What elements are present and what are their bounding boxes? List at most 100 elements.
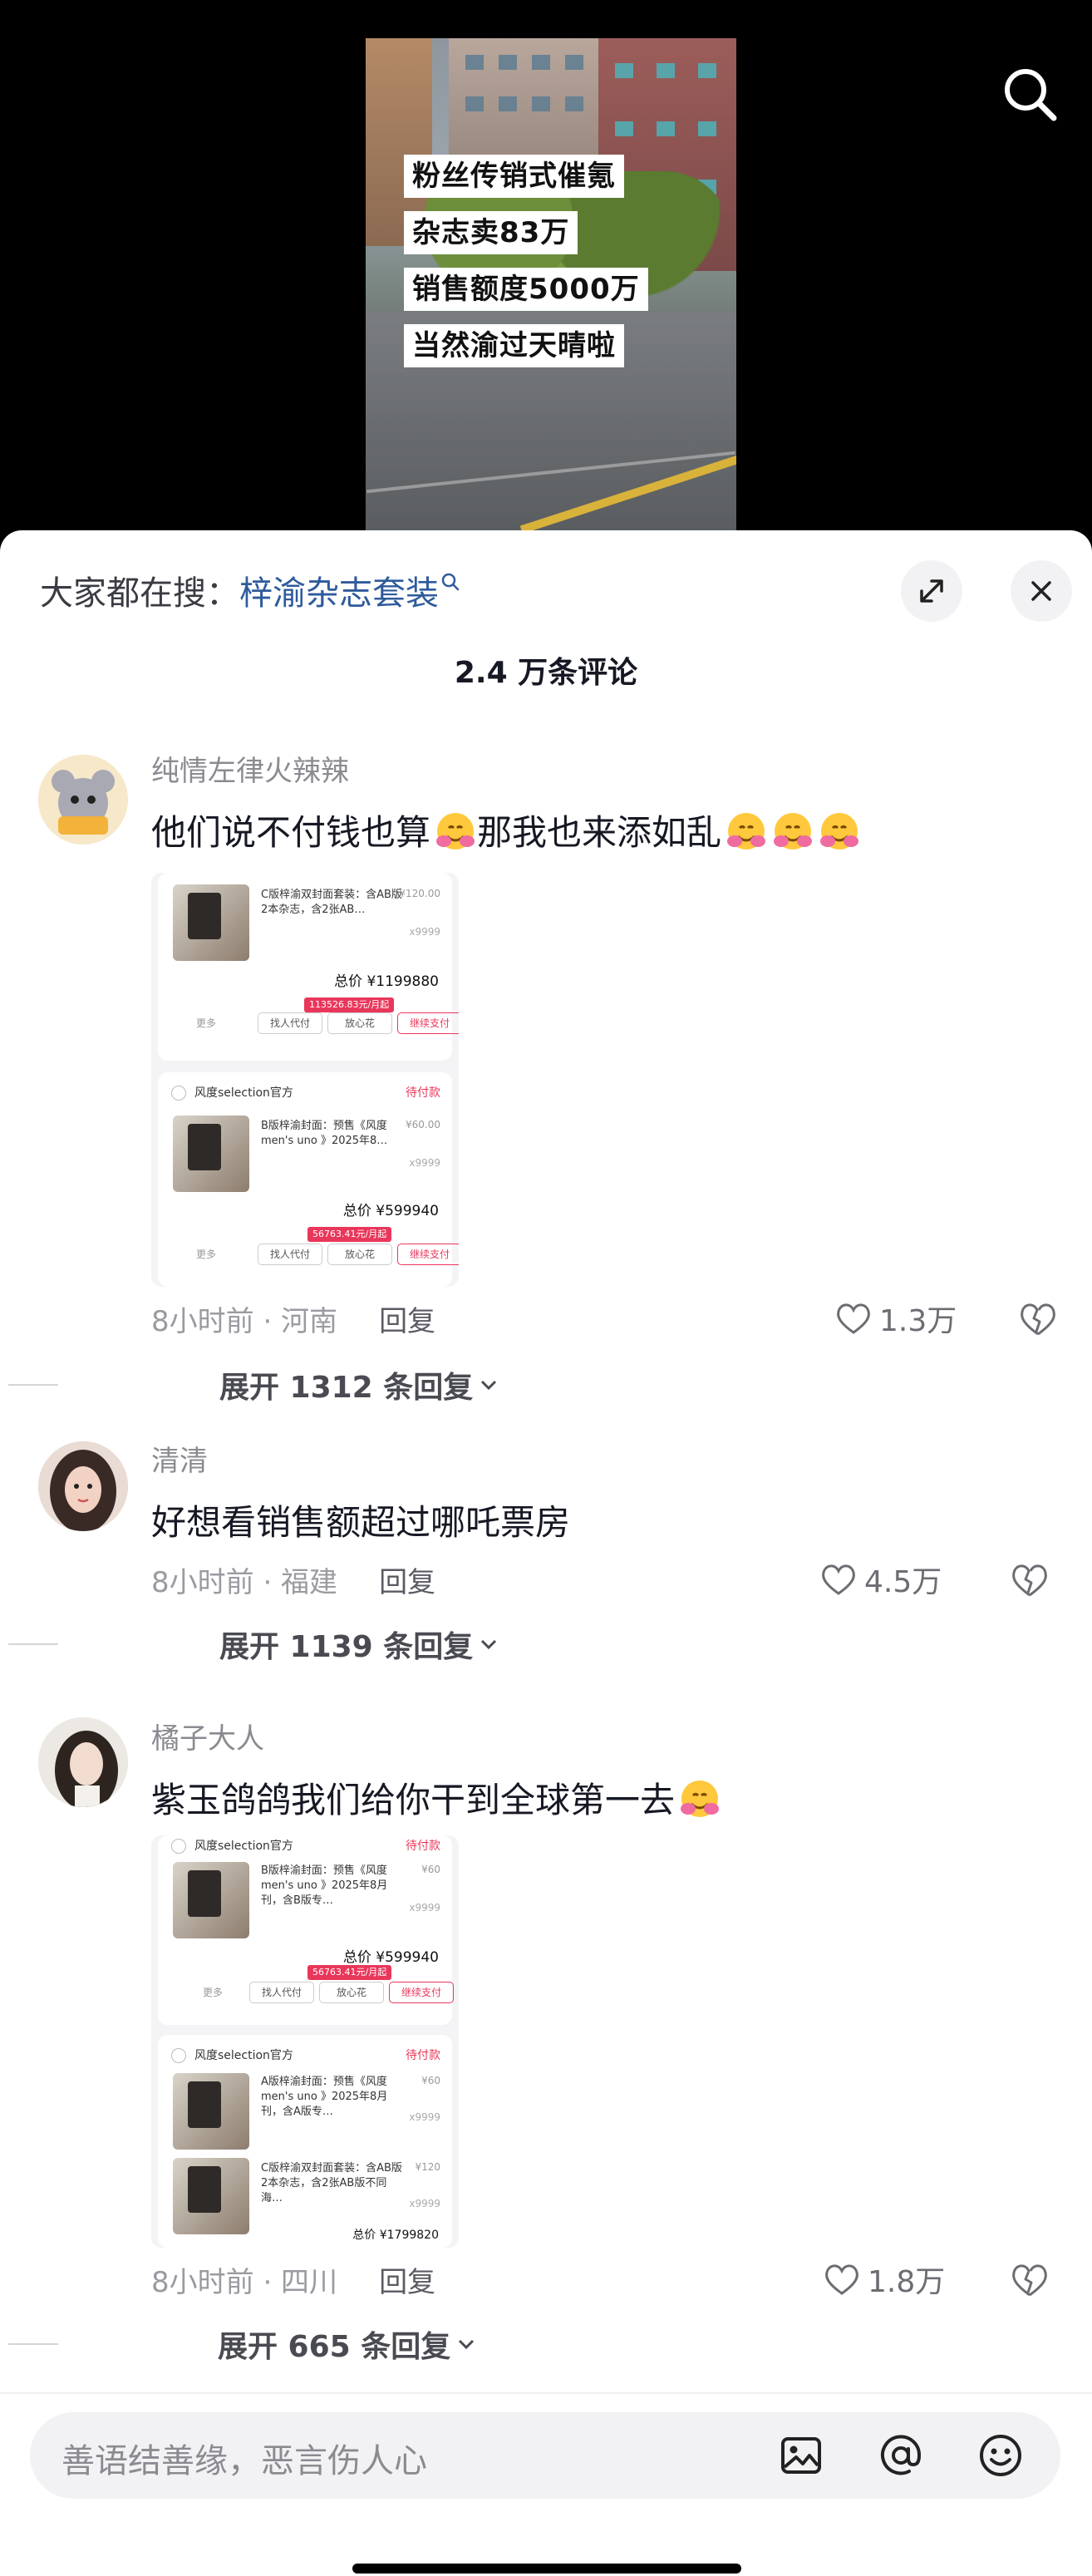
- product-thumbnail: [173, 2073, 249, 2150]
- order-card: C版梓渝双封面套装：含AB版2本杂志，含2张AB… ¥120.00 x9999 …: [158, 873, 459, 1061]
- search-suggestion[interactable]: 大家都在搜：梓渝杂志套装: [40, 570, 460, 617]
- at-icon[interactable]: [876, 2431, 926, 2480]
- heart-icon: [837, 1303, 870, 1334]
- product-qty: x9999: [409, 2198, 440, 2209]
- like-button[interactable]: 1.3万: [834, 1297, 957, 1340]
- comment-time-location: 8小时前 · 河南: [151, 1305, 338, 1338]
- video-caption-1: 粉丝传销式催氪: [404, 155, 624, 198]
- more-link: 更多: [196, 1249, 217, 1260]
- like-button[interactable]: 1.8万: [823, 2258, 945, 2301]
- reply-button[interactable]: 回复: [379, 1566, 435, 1599]
- comment-input-placeholder[interactable]: 善语结善缘，恶言伤人心: [61, 2434, 427, 2482]
- close-button[interactable]: [1011, 560, 1072, 622]
- video-player[interactable]: 粉丝传销式催氪 杂志卖83万 销售额度5000万 当然渝过天晴啦: [0, 0, 1092, 532]
- expand-replies-label: 展开 1312 条回复: [219, 1371, 474, 1405]
- avatar[interactable]: [38, 755, 128, 845]
- product-thumbnail: [173, 884, 249, 961]
- comment-count: 2.4 万条评论: [454, 656, 638, 690]
- order-status: 待付款: [406, 1840, 440, 1853]
- shop-name: 风度selection官方: [194, 1840, 293, 1853]
- order-total: 总价 ¥1799820: [352, 2229, 439, 2242]
- like-button[interactable]: 4.5万: [819, 1558, 942, 1601]
- fangxinhua-button: 放心花: [319, 1982, 384, 2003]
- order-total: 总价 ¥599940: [342, 1203, 439, 1219]
- expand-replies-button[interactable]: 展开 1312 条回复: [8, 1363, 499, 1406]
- search-icon: [1005, 69, 1057, 121]
- comment-meta: 8小时前 · 四川 回复: [151, 2259, 435, 2300]
- comment-text-part: 紫玉鸽鸽我们给你干到全球第一去: [151, 1780, 676, 1820]
- expand-replies-button[interactable]: 展开 1139 条回复: [8, 1623, 499, 1666]
- product-qty: x9999: [409, 1157, 440, 1169]
- more-link: 更多: [203, 1987, 224, 1998]
- emoji-icon[interactable]: [976, 2431, 1026, 2480]
- comment-image-attachment[interactable]: C版梓渝双封面套装：含AB版2本杂志，含2张AB… ¥120.00 x9999 …: [151, 873, 459, 1287]
- select-radio: [171, 2048, 186, 2063]
- like-count: 1.3万: [879, 1304, 957, 1338]
- comment-input-bar[interactable]: 善语结善缘，恶言伤人心: [30, 2412, 1060, 2499]
- hugging-emoji-icon: [436, 813, 475, 850]
- avatar[interactable]: [38, 1717, 128, 1807]
- installment-tag: 56763.41元/月起: [307, 1227, 392, 1242]
- avatar-portrait-icon: [38, 1441, 128, 1531]
- home-indicator: [352, 2564, 741, 2574]
- fangxinhua-button: 放心花: [327, 1012, 392, 1034]
- product-desc: A版梓渝封面：预售《风度men's uno 》2025年8月刊，含A版专…: [261, 2076, 388, 2118]
- comment-username[interactable]: 纯情左律火辣辣: [151, 748, 349, 789]
- shop-name: 风度selection官方: [194, 2049, 293, 2062]
- comment-time-location: 8小时前 · 福建: [151, 1566, 338, 1599]
- product-qty: x9999: [409, 1902, 440, 1914]
- more-link: 更多: [196, 1017, 217, 1029]
- dislike-heart-icon[interactable]: [1009, 1559, 1050, 1601]
- avatar[interactable]: [38, 1441, 128, 1531]
- comment-text: 他们说不付钱也算 那我也来添如乱: [151, 805, 861, 855]
- comment-image-attachment[interactable]: 风度selection官方 待付款 B版梓渝封面：预售《风度men's uno …: [151, 1835, 459, 2248]
- product-price: ¥60: [421, 1864, 440, 1875]
- order-total: 总价 ¥1199880: [334, 973, 439, 990]
- heart-icon: [825, 2264, 858, 2295]
- video-frame[interactable]: 粉丝传销式催氪 杂志卖83万 销售额度5000万 当然渝过天晴啦: [366, 38, 736, 532]
- reply-button[interactable]: 回复: [379, 2266, 435, 2299]
- comment-username[interactable]: 清清: [151, 1438, 208, 1479]
- reply-button[interactable]: 回复: [379, 1305, 435, 1338]
- expand-replies-label: 展开 1139 条回复: [219, 1630, 474, 1664]
- dislike-heart-icon[interactable]: [1017, 1298, 1059, 1340]
- continue-pay-button: 继续支付: [389, 1982, 454, 2003]
- order-total: 总价 ¥599940: [342, 1949, 439, 1966]
- pay-for-me-button: 找人代付: [258, 1244, 322, 1265]
- continue-pay-button: 继续支付: [397, 1244, 459, 1265]
- product-desc: C版梓渝双封面套装：含AB版2本杂志，含2张AB…: [261, 889, 402, 916]
- order-card: 风度selection官方 待付款 B版梓渝封面：预售《风度men's uno …: [158, 1072, 459, 1287]
- pay-for-me-button: 找人代付: [258, 1012, 322, 1034]
- video-caption-3: 销售额度5000万: [404, 268, 648, 311]
- comment-meta: 8小时前 · 河南 回复: [151, 1298, 435, 1339]
- expand-icon: [920, 579, 943, 603]
- chevron-down-icon: [459, 2339, 475, 2350]
- like-count: 1.8万: [868, 2265, 946, 2299]
- comment-text-part: 他们说不付钱也算: [151, 812, 431, 853]
- shop-name: 风度selection官方: [194, 1086, 293, 1100]
- installment-tag: 113526.83元/月起: [304, 997, 395, 1012]
- image-icon[interactable]: [776, 2431, 826, 2480]
- avatar-portrait-icon: [38, 1717, 128, 1807]
- product-price: ¥120: [415, 2161, 440, 2173]
- comment-username[interactable]: 橘子大人: [151, 1716, 264, 1756]
- search-suggestion-term[interactable]: 梓渝杂志套装: [239, 574, 439, 613]
- expand-replies-button[interactable]: 展开 665 条回复: [8, 2322, 477, 2366]
- expand-replies-label: 展开 665 条回复: [218, 2330, 451, 2364]
- hugging-emoji-icon: [774, 813, 813, 850]
- order-status: 待付款: [406, 2049, 440, 2062]
- like-count: 4.5万: [864, 1565, 942, 1599]
- product-price: ¥60: [421, 2075, 440, 2086]
- hugging-emoji-icon: [681, 1781, 720, 1817]
- hugging-emoji-icon: [727, 813, 766, 850]
- comment-text: 紫玉鸽鸽我们给你干到全球第一去: [151, 1772, 721, 1823]
- avatar-cartoon-icon: [38, 755, 128, 845]
- product-thumbnail: [173, 1862, 249, 1938]
- continue-pay-button: 继续支付: [397, 1012, 459, 1034]
- product-price: ¥120.00: [399, 888, 440, 899]
- expand-button[interactable]: [901, 560, 962, 622]
- fangxinhua-button: 放心花: [327, 1244, 392, 1265]
- search-button[interactable]: [997, 62, 1064, 128]
- comment-text-tail: 那我也来添如乱: [477, 812, 722, 853]
- dislike-heart-icon[interactable]: [1009, 2259, 1050, 2301]
